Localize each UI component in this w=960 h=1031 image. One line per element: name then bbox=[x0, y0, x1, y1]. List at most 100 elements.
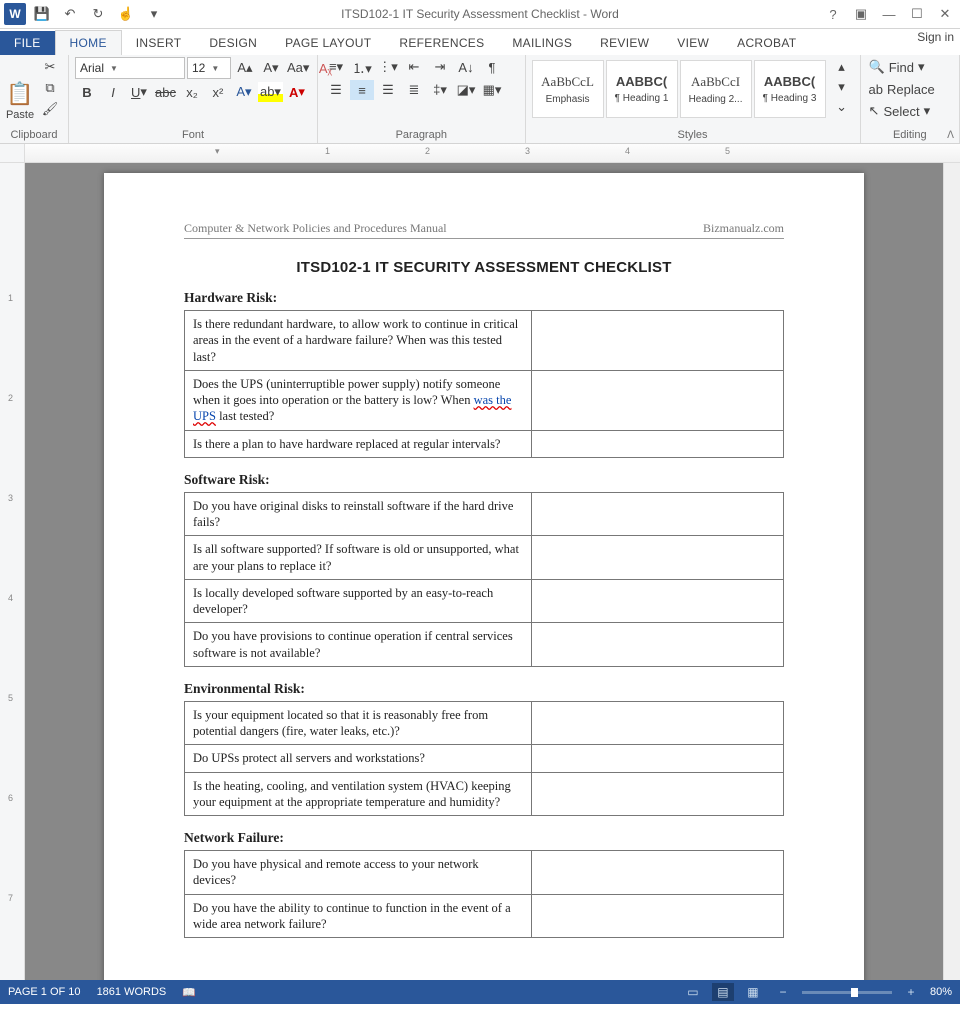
tab-insert[interactable]: INSERT bbox=[122, 31, 196, 55]
bullets-button[interactable]: ≡▾ bbox=[324, 57, 348, 77]
view-read-button[interactable]: ▭ bbox=[682, 983, 704, 1001]
answer-cell[interactable] bbox=[532, 851, 784, 895]
ruler-horizontal[interactable]: ▾ 123 45 bbox=[0, 144, 960, 163]
sort-button[interactable]: A↓ bbox=[454, 57, 478, 77]
close-button[interactable]: ✕ bbox=[932, 3, 958, 25]
answer-cell[interactable] bbox=[532, 701, 784, 745]
answer-cell[interactable] bbox=[532, 894, 784, 938]
style-item[interactable]: AaBbCcLEmphasis bbox=[532, 60, 604, 118]
italic-button[interactable]: I bbox=[101, 82, 125, 102]
minimize-button[interactable]: — bbox=[876, 3, 902, 25]
answer-cell[interactable] bbox=[532, 536, 784, 580]
zoom-slider[interactable] bbox=[802, 991, 892, 994]
question-cell[interactable]: Do you have provisions to continue opera… bbox=[185, 623, 532, 667]
qat-touch-mode[interactable]: ☝ bbox=[114, 2, 138, 26]
underline-button[interactable]: U▾ bbox=[127, 82, 151, 102]
qat-redo[interactable]: ↻ bbox=[86, 2, 110, 26]
align-right-button[interactable]: ☰ bbox=[376, 80, 400, 100]
align-center-button[interactable]: ≡ bbox=[350, 80, 374, 100]
numbering-button[interactable]: ⒈▾ bbox=[350, 57, 374, 77]
styles-scroll-down[interactable]: ▾ bbox=[830, 77, 854, 97]
tab-home[interactable]: HOME bbox=[55, 30, 122, 55]
paste-button[interactable]: 📋 Paste bbox=[6, 57, 34, 121]
outdent-button[interactable]: ⇤ bbox=[402, 57, 426, 77]
styles-scroll-up[interactable]: ▴ bbox=[830, 57, 854, 77]
tab-file[interactable]: FILE bbox=[0, 31, 55, 55]
question-cell[interactable]: Does the UPS (uninterruptible power supp… bbox=[185, 370, 532, 430]
question-cell[interactable]: Is all software supported? If software i… bbox=[185, 536, 532, 580]
status-proofing-icon[interactable]: 📖 bbox=[182, 986, 196, 999]
answer-cell[interactable] bbox=[532, 772, 784, 816]
font-size-combo[interactable]: 12▼ bbox=[187, 57, 231, 79]
document-canvas[interactable]: Computer & Network Policies and Procedur… bbox=[25, 163, 943, 980]
copy-button[interactable]: ⧉ bbox=[38, 78, 62, 98]
replace-button[interactable]: abReplace bbox=[867, 79, 951, 99]
collapse-ribbon-button[interactable]: ᐱ bbox=[947, 130, 954, 141]
justify-button[interactable]: ≣ bbox=[402, 80, 426, 100]
help-button[interactable]: ? bbox=[820, 3, 846, 25]
page[interactable]: Computer & Network Policies and Procedur… bbox=[104, 173, 864, 980]
zoom-out-button[interactable]: − bbox=[772, 983, 794, 1001]
answer-cell[interactable] bbox=[532, 492, 784, 536]
tab-references[interactable]: REFERENCES bbox=[385, 31, 498, 55]
qat-undo[interactable]: ↶ bbox=[58, 2, 82, 26]
question-cell[interactable]: Do you have original disks to reinstall … bbox=[185, 492, 532, 536]
qat-customize[interactable]: ▾ bbox=[142, 2, 166, 26]
answer-cell[interactable] bbox=[532, 430, 784, 457]
style-item[interactable]: AaBbCcIHeading 2... bbox=[680, 60, 752, 118]
strikethrough-button[interactable]: abc bbox=[153, 82, 178, 102]
tab-acrobat[interactable]: ACROBAT bbox=[723, 31, 810, 55]
view-web-button[interactable]: ▦ bbox=[742, 983, 764, 1001]
styles-expand[interactable]: ⌄ bbox=[830, 97, 854, 117]
indent-button[interactable]: ⇥ bbox=[428, 57, 452, 77]
show-marks-button[interactable]: ¶ bbox=[480, 57, 504, 77]
superscript-button[interactable]: x² bbox=[206, 82, 230, 102]
style-item[interactable]: AABBC(¶ Heading 1 bbox=[606, 60, 678, 118]
question-cell[interactable]: Is there a plan to have hardware replace… bbox=[185, 430, 532, 457]
tab-view[interactable]: VIEW bbox=[663, 31, 723, 55]
subscript-button[interactable]: x₂ bbox=[180, 82, 204, 102]
multilevel-button[interactable]: ⋮▾ bbox=[376, 57, 400, 77]
grow-font-button[interactable]: A▴ bbox=[233, 58, 257, 78]
cut-button[interactable]: ✂ bbox=[38, 57, 62, 77]
bold-button[interactable]: B bbox=[75, 82, 99, 102]
format-painter-button[interactable]: 🖌 bbox=[38, 99, 62, 119]
question-cell[interactable]: Do UPSs protect all servers and workstat… bbox=[185, 745, 532, 772]
question-cell[interactable]: Do you have physical and remote access t… bbox=[185, 851, 532, 895]
change-case-button[interactable]: Aa▾ bbox=[285, 58, 311, 78]
question-cell[interactable]: Do you have the ability to continue to f… bbox=[185, 894, 532, 938]
style-item[interactable]: AABBC(¶ Heading 3 bbox=[754, 60, 826, 118]
answer-cell[interactable] bbox=[532, 579, 784, 623]
shading-button[interactable]: ◪▾ bbox=[454, 80, 478, 100]
answer-cell[interactable] bbox=[532, 311, 784, 371]
maximize-button[interactable]: ☐ bbox=[904, 3, 930, 25]
ruler-vertical[interactable]: 123 456 7 bbox=[0, 163, 25, 980]
text-effects-button[interactable]: A▾ bbox=[232, 82, 256, 102]
tab-mailings[interactable]: MAILINGS bbox=[498, 31, 586, 55]
tab-review[interactable]: REVIEW bbox=[586, 31, 663, 55]
qat-save[interactable]: 💾 bbox=[30, 2, 54, 26]
style-gallery[interactable]: AaBbCcLEmphasisAABBC(¶ Heading 1AaBbCcIH… bbox=[532, 57, 826, 121]
answer-cell[interactable] bbox=[532, 623, 784, 667]
view-print-button[interactable]: ▤ bbox=[712, 983, 734, 1001]
select-button[interactable]: ↖Select▾ bbox=[867, 101, 951, 121]
question-cell[interactable]: Is your equipment located so that it is … bbox=[185, 701, 532, 745]
zoom-level[interactable]: 80% bbox=[930, 986, 952, 998]
question-cell[interactable]: Is the heating, cooling, and ventilation… bbox=[185, 772, 532, 816]
sign-in-link[interactable]: Sign in bbox=[917, 30, 954, 44]
vertical-scrollbar[interactable] bbox=[943, 163, 960, 980]
find-button[interactable]: 🔍Find▾ bbox=[867, 57, 951, 77]
font-family-combo[interactable]: Arial▼ bbox=[75, 57, 185, 79]
answer-cell[interactable] bbox=[532, 370, 784, 430]
status-page[interactable]: PAGE 1 OF 10 bbox=[8, 986, 81, 998]
tab-page-layout[interactable]: PAGE LAYOUT bbox=[271, 31, 385, 55]
line-spacing-button[interactable]: ‡▾ bbox=[428, 80, 452, 100]
zoom-in-button[interactable]: + bbox=[900, 983, 922, 1001]
align-left-button[interactable]: ☰ bbox=[324, 80, 348, 100]
answer-cell[interactable] bbox=[532, 745, 784, 772]
status-words[interactable]: 1861 WORDS bbox=[97, 986, 167, 998]
question-cell[interactable]: Is there redundant hardware, to allow wo… bbox=[185, 311, 532, 371]
font-color-button[interactable]: A▾ bbox=[285, 82, 309, 102]
ribbon-display-button[interactable]: ▣ bbox=[848, 3, 874, 25]
tab-design[interactable]: DESIGN bbox=[195, 31, 271, 55]
